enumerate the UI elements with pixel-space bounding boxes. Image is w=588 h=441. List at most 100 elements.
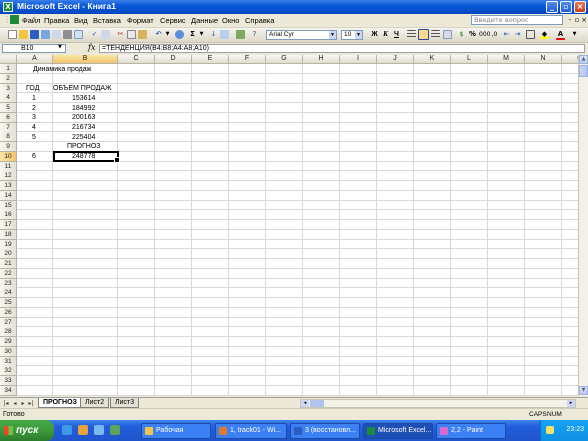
task-winamp[interactable]: 1, track01 - Wi...: [215, 423, 287, 439]
row-header-14[interactable]: 14: [0, 191, 17, 201]
row-header-28[interactable]: 28: [0, 327, 17, 337]
row-header-5[interactable]: 5: [0, 103, 17, 113]
align-right-icon[interactable]: [431, 30, 440, 39]
task-excel[interactable]: Microsoft Excel...: [363, 423, 433, 439]
column-header-c[interactable]: C: [118, 55, 155, 64]
fill-color-icon[interactable]: ◆: [540, 30, 549, 39]
quicklaunch-explorer-icon[interactable]: [78, 425, 88, 435]
column-header-k[interactable]: K: [414, 55, 451, 64]
active-cell-cursor[interactable]: [53, 151, 120, 163]
chart-wizard-icon[interactable]: [220, 30, 229, 39]
decrease-indent-icon[interactable]: ⇤: [502, 30, 511, 39]
scroll-right-icon[interactable]: ▸: [567, 400, 575, 407]
undo-dropdown-icon[interactable]: ▼: [163, 30, 172, 39]
quicklaunch-desktop-icon[interactable]: [94, 425, 104, 435]
row-header-25[interactable]: 25: [0, 298, 17, 308]
column-header-n[interactable]: N: [525, 55, 562, 64]
prev-sheet-icon[interactable]: ◂: [11, 399, 19, 408]
row-header-16[interactable]: 16: [0, 210, 17, 220]
print-icon[interactable]: [63, 30, 72, 39]
row-header-26[interactable]: 26: [0, 308, 17, 318]
row-header-20[interactable]: 20: [0, 249, 17, 259]
underline-button[interactable]: Ч: [392, 30, 401, 39]
column-header-l[interactable]: L: [451, 55, 488, 64]
column-header-g[interactable]: G: [266, 55, 303, 64]
font-dropdown-icon[interactable]: ▼: [329, 31, 336, 39]
cell-a7[interactable]: 4: [32, 123, 36, 133]
print-preview-icon[interactable]: [74, 30, 83, 39]
help-icon[interactable]: ?: [250, 30, 259, 39]
italic-button[interactable]: К: [381, 30, 390, 39]
row-header-21[interactable]: 21: [0, 259, 17, 269]
formula-input[interactable]: =ТЕНДЕНЦИЯ(B4:B8;A4:A8;A10): [99, 44, 585, 53]
menu-view[interactable]: Вид: [74, 16, 88, 25]
sort-ascending-icon[interactable]: ↓: [209, 30, 218, 39]
hyperlink-icon[interactable]: [175, 30, 184, 39]
menu-tools[interactable]: Сервис: [160, 16, 186, 25]
tray-icon[interactable]: [546, 426, 554, 434]
row-header-4[interactable]: 4: [0, 93, 17, 103]
row-header-9[interactable]: 9: [0, 142, 17, 152]
row-header-22[interactable]: 22: [0, 269, 17, 279]
undo-icon[interactable]: ↶: [154, 30, 163, 39]
menu-window[interactable]: Окно: [222, 16, 239, 25]
cell-a3[interactable]: ГОД: [26, 84, 39, 94]
autosum-icon[interactable]: Σ: [188, 30, 197, 39]
spelling-icon[interactable]: ✓: [90, 30, 99, 39]
currency-icon[interactable]: $: [457, 30, 466, 39]
row-header-30[interactable]: 30: [0, 347, 17, 357]
cell-b3[interactable]: ОБЪЕМ ПРОДАЖ: [53, 84, 112, 94]
scroll-up-icon[interactable]: ▲: [579, 55, 588, 64]
increase-decimal-icon[interactable]: ,0: [490, 30, 499, 39]
first-sheet-icon[interactable]: |◂: [2, 399, 10, 408]
scroll-thumb[interactable]: [579, 65, 588, 77]
align-left-icon[interactable]: [407, 30, 416, 39]
font-name-select[interactable]: Arial Cyr ▼: [266, 30, 337, 40]
cell-b4[interactable]: 153614: [72, 94, 95, 104]
column-header-e[interactable]: E: [192, 55, 229, 64]
row-header-8[interactable]: 8: [0, 132, 17, 142]
new-icon[interactable]: [8, 30, 17, 39]
column-header-b[interactable]: B: [53, 55, 118, 64]
row-header-18[interactable]: 18: [0, 230, 17, 240]
increase-indent-icon[interactable]: ⇥: [513, 30, 522, 39]
cell-a1[interactable]: Динамика продаж: [33, 65, 91, 75]
cell-b6[interactable]: 200163: [72, 113, 95, 123]
scroll-down-icon[interactable]: ▼: [579, 386, 588, 395]
row-header-24[interactable]: 24: [0, 288, 17, 298]
start-button[interactable]: пуск: [0, 420, 54, 441]
workbook-icon[interactable]: [10, 15, 19, 24]
menu-file[interactable]: Файл: [22, 16, 40, 25]
bold-button[interactable]: Ж: [370, 30, 379, 39]
column-header-o[interactable]: O: [562, 55, 578, 64]
row-header-1[interactable]: 1: [0, 64, 17, 74]
email-icon[interactable]: [52, 30, 61, 39]
font-color-icon[interactable]: A: [556, 30, 565, 40]
task-rabochaya[interactable]: Рабочая: [141, 423, 211, 439]
column-header-m[interactable]: M: [488, 55, 525, 64]
name-box-dropdown-icon[interactable]: ▼: [58, 44, 62, 50]
close-button[interactable]: ×: [574, 1, 586, 13]
save-icon[interactable]: [30, 30, 39, 39]
quicklaunch-media-icon[interactable]: [110, 425, 120, 435]
research-icon[interactable]: [101, 30, 110, 39]
task-paint[interactable]: 2,2 - Paint: [436, 423, 506, 439]
cell-a4[interactable]: 1: [32, 94, 36, 104]
comma-style-icon[interactable]: 000: [479, 30, 490, 39]
column-header-j[interactable]: J: [377, 55, 414, 64]
menu-data[interactable]: Данные: [191, 16, 218, 25]
size-dropdown-icon[interactable]: ▼: [355, 31, 362, 39]
last-sheet-icon[interactable]: ▸|: [27, 399, 35, 408]
column-header-d[interactable]: D: [155, 55, 192, 64]
row-header-29[interactable]: 29: [0, 337, 17, 347]
title-bar[interactable]: X Microsoft Excel - Книга1 _ ▫ ×: [0, 0, 588, 14]
help-search-input[interactable]: Введите вопрос: [471, 15, 563, 25]
cut-icon[interactable]: ✂: [116, 30, 125, 39]
column-header-h[interactable]: H: [303, 55, 340, 64]
menu-insert[interactable]: Вставка: [93, 16, 121, 25]
autosum-dropdown-icon[interactable]: ▼: [197, 30, 206, 39]
row-header-13[interactable]: 13: [0, 181, 17, 191]
row-header-32[interactable]: 32: [0, 366, 17, 376]
row-header-33[interactable]: 33: [0, 376, 17, 386]
menu-edit[interactable]: Правка: [44, 16, 69, 25]
